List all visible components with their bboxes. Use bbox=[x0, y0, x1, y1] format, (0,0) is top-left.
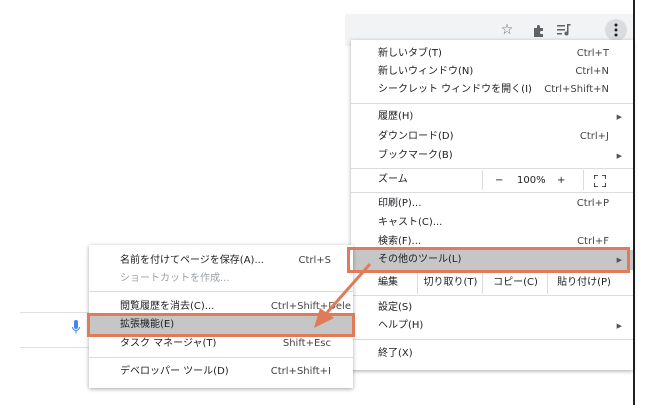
menu-item-new-tab[interactable]: 新しいタブ(T) Ctrl+T bbox=[351, 45, 633, 63]
window-edge bbox=[633, 0, 635, 405]
paste-button[interactable]: 貼り付け(P) bbox=[547, 272, 620, 294]
menu-separator bbox=[351, 192, 633, 193]
zoom-out-button[interactable]: − bbox=[495, 170, 503, 192]
zoom-row: ズーム − 100% + bbox=[351, 169, 633, 191]
submenu-item-developer-tools[interactable]: デベロッパー ツール(D) Ctrl+Shift+I bbox=[89, 363, 353, 381]
zoom-in-button[interactable]: + bbox=[557, 170, 565, 192]
menu-item-bookmarks[interactable]: ブックマーク(B) ▶ bbox=[351, 147, 633, 165]
cut-button[interactable]: 切り取り(T) bbox=[417, 272, 483, 294]
playlist-icon[interactable] bbox=[554, 20, 574, 40]
menu-item-print[interactable]: 印刷(P)... Ctrl+P bbox=[351, 195, 633, 213]
edit-label: 編集 bbox=[378, 277, 398, 288]
zoom-controls: − 100% + bbox=[482, 170, 584, 190]
zoom-level: 100% bbox=[517, 175, 546, 186]
chrome-main-menu: 新しいタブ(T) Ctrl+T 新しいウィンドウ(N) Ctrl+N シークレッ… bbox=[351, 40, 633, 370]
submenu-arrow-icon: ▶ bbox=[616, 152, 622, 160]
menu-item-new-window[interactable]: 新しいウィンドウ(N) Ctrl+N bbox=[351, 63, 633, 81]
highlight-box-more-tools bbox=[347, 247, 630, 273]
menu-item-incognito[interactable]: シークレット ウィンドウを開く(I) Ctrl+Shift+N bbox=[351, 81, 633, 99]
menu-separator bbox=[351, 295, 633, 296]
copy-button[interactable]: コピー(C) bbox=[482, 272, 548, 294]
menu-item-help[interactable]: ヘルプ(H) ▶ bbox=[351, 317, 633, 335]
menu-item-exit[interactable]: 終了(X) bbox=[351, 345, 633, 363]
menu-separator bbox=[351, 103, 633, 104]
menu-separator bbox=[89, 357, 353, 358]
submenu-arrow-icon: ▶ bbox=[616, 113, 622, 121]
menu-item-history[interactable]: 履歴(H) ▶ bbox=[351, 108, 633, 126]
menu-item-settings[interactable]: 設定(S) bbox=[351, 299, 633, 317]
menu-item-cast[interactable]: キャスト(C)... bbox=[351, 214, 633, 232]
zoom-label: ズーム bbox=[378, 174, 408, 185]
submenu-arrow-icon: ▶ bbox=[616, 322, 622, 330]
puzzle-icon[interactable] bbox=[528, 20, 548, 40]
menu-item-downloads[interactable]: ダウンロード(D) Ctrl+J bbox=[351, 128, 633, 146]
star-icon[interactable]: ☆ bbox=[497, 20, 517, 40]
edit-row: 編集 切り取り(T) コピー(C) 貼り付け(P) bbox=[351, 272, 633, 294]
annotation-arrow bbox=[314, 263, 372, 328]
microphone-icon[interactable] bbox=[72, 320, 80, 336]
kebab-menu-icon[interactable] bbox=[605, 19, 627, 41]
menu-separator bbox=[351, 339, 633, 340]
fullscreen-icon[interactable] bbox=[593, 174, 607, 188]
